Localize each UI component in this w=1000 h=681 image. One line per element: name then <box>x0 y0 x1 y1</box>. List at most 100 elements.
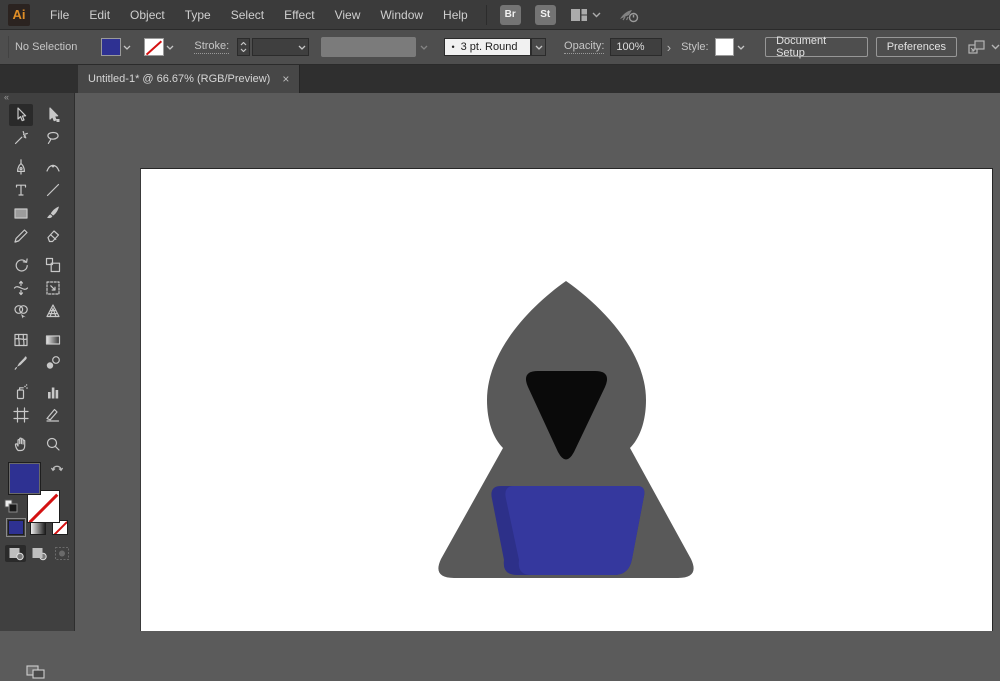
opacity-more-chevron-icon[interactable]: › <box>667 40 671 55</box>
draw-normal-button[interactable] <box>5 545 26 562</box>
tool-row <box>0 352 74 375</box>
brush-definition-value: 3 pt. Round <box>461 41 518 53</box>
rectangle-tool-icon <box>12 204 30 222</box>
opacity-input[interactable]: 100% <box>610 38 661 56</box>
menu-edit[interactable]: Edit <box>79 0 120 30</box>
gpu-performance-icon[interactable] <box>617 6 641 24</box>
variable-width-profile-preview <box>321 37 415 57</box>
tool-row <box>0 433 74 456</box>
pen-tool[interactable] <box>9 156 33 178</box>
curvature-tool-icon <box>44 158 62 176</box>
menu-window[interactable]: Window <box>370 0 433 30</box>
stroke-panel-link[interactable]: Stroke: <box>194 40 229 54</box>
pencil-tool[interactable] <box>9 225 33 247</box>
arrange-documents-button[interactable] <box>967 39 1000 56</box>
tool-row <box>0 381 74 404</box>
preferences-button[interactable]: Preferences <box>876 37 957 57</box>
selection-tool[interactable] <box>9 104 33 126</box>
chevron-down-icon <box>991 44 1000 50</box>
scale-tool-icon <box>44 256 62 274</box>
menu-select[interactable]: Select <box>221 0 274 30</box>
laptop-shape[interactable] <box>505 486 644 575</box>
column-graph-tool-icon <box>44 383 62 401</box>
curvature-tool[interactable] <box>41 156 65 178</box>
scale-tool[interactable] <box>41 254 65 276</box>
artwork-hooded-figure[interactable] <box>75 93 1000 631</box>
divider <box>8 36 9 58</box>
menu-help[interactable]: Help <box>433 0 478 30</box>
shape-builder-tool[interactable] <box>9 300 33 322</box>
magic-wand-tool[interactable] <box>9 127 33 149</box>
gradient-tool-icon <box>44 331 62 349</box>
tool-row <box>0 404 74 427</box>
stroke-color-chevron-icon[interactable] <box>164 38 177 56</box>
document-tab[interactable]: Untitled-1* @ 66.67% (RGB/Preview) × <box>78 65 300 93</box>
zoom-tool-icon <box>44 435 62 453</box>
eraser-tool[interactable] <box>41 225 65 247</box>
tool-rows <box>0 104 74 456</box>
symbol-sprayer-tool[interactable] <box>9 381 33 403</box>
tool-row <box>0 300 74 323</box>
blend-tool-icon <box>44 354 62 372</box>
fill-color-chevron-icon[interactable] <box>121 38 134 56</box>
tool-row <box>0 202 74 225</box>
mesh-tool[interactable] <box>9 329 33 351</box>
magic-wand-tool-icon <box>12 129 30 147</box>
swap-fill-stroke-icon[interactable] <box>50 461 65 473</box>
gradient-tool[interactable] <box>41 329 65 351</box>
menu-view[interactable]: View <box>325 0 371 30</box>
change-screen-mode-button[interactable] <box>25 663 47 681</box>
lasso-tool[interactable] <box>41 127 65 149</box>
opacity-panel-link[interactable]: Opacity: <box>564 40 604 54</box>
tool-row <box>0 277 74 300</box>
style-label: Style: <box>681 41 709 53</box>
perspective-grid-tool[interactable] <box>41 300 65 322</box>
free-transform-tool[interactable] <box>41 277 65 299</box>
menu-effect[interactable]: Effect <box>274 0 324 30</box>
slice-tool[interactable] <box>41 404 65 426</box>
brush-definition-chevron-icon[interactable] <box>531 38 546 56</box>
color-button[interactable] <box>8 520 24 535</box>
rectangle-tool[interactable] <box>9 202 33 224</box>
graphic-style-chevron-icon[interactable] <box>734 38 747 56</box>
hand-tool[interactable] <box>9 433 33 455</box>
zoom-tool[interactable] <box>41 433 65 455</box>
menu-file[interactable]: File <box>40 0 79 30</box>
stroke-weight-stepper[interactable] <box>237 38 250 56</box>
blend-tool[interactable] <box>41 352 65 374</box>
eyedropper-tool[interactable] <box>9 352 33 374</box>
fill-color-swatch[interactable] <box>101 38 121 56</box>
line-segment-tool[interactable] <box>41 179 65 201</box>
artboard-tool[interactable] <box>9 404 33 426</box>
graphic-style-swatch[interactable] <box>715 38 735 56</box>
width-tool[interactable] <box>9 277 33 299</box>
selection-tool-icon <box>12 106 30 124</box>
fill-indicator-swatch[interactable] <box>8 462 41 495</box>
bridge-button[interactable]: Br <box>500 5 521 25</box>
canvas-area[interactable] <box>75 93 1000 631</box>
brush-definition-dropdown[interactable]: • 3 pt. Round <box>444 38 531 56</box>
panel-collapse-button[interactable]: « <box>0 93 74 104</box>
eraser-tool-icon <box>44 227 62 245</box>
type-tool[interactable] <box>9 179 33 201</box>
document-setup-button[interactable]: Document Setup <box>765 37 868 57</box>
illustrator-logo[interactable]: Ai <box>8 4 30 26</box>
direct-selection-tool[interactable] <box>41 104 65 126</box>
stroke-weight-dropdown[interactable] <box>252 38 309 56</box>
workspace-switcher-button[interactable] <box>570 7 601 23</box>
stock-button[interactable]: St <box>535 5 556 25</box>
slice-tool-icon <box>44 406 62 424</box>
tab-close-icon[interactable]: × <box>282 73 289 85</box>
drawing-mode-buttons <box>5 545 72 562</box>
column-graph-tool[interactable] <box>41 381 65 403</box>
chevron-down-icon <box>592 12 601 18</box>
stroke-color-swatch[interactable] <box>144 38 164 56</box>
menu-type[interactable]: Type <box>175 0 221 30</box>
default-fill-stroke-icon[interactable] <box>4 499 18 513</box>
menu-object[interactable]: Object <box>120 0 175 30</box>
draw-inside-button[interactable] <box>51 545 72 562</box>
paintbrush-tool[interactable] <box>41 202 65 224</box>
tool-row <box>0 104 74 127</box>
rotate-tool[interactable] <box>9 254 33 276</box>
draw-behind-button[interactable] <box>28 545 49 562</box>
